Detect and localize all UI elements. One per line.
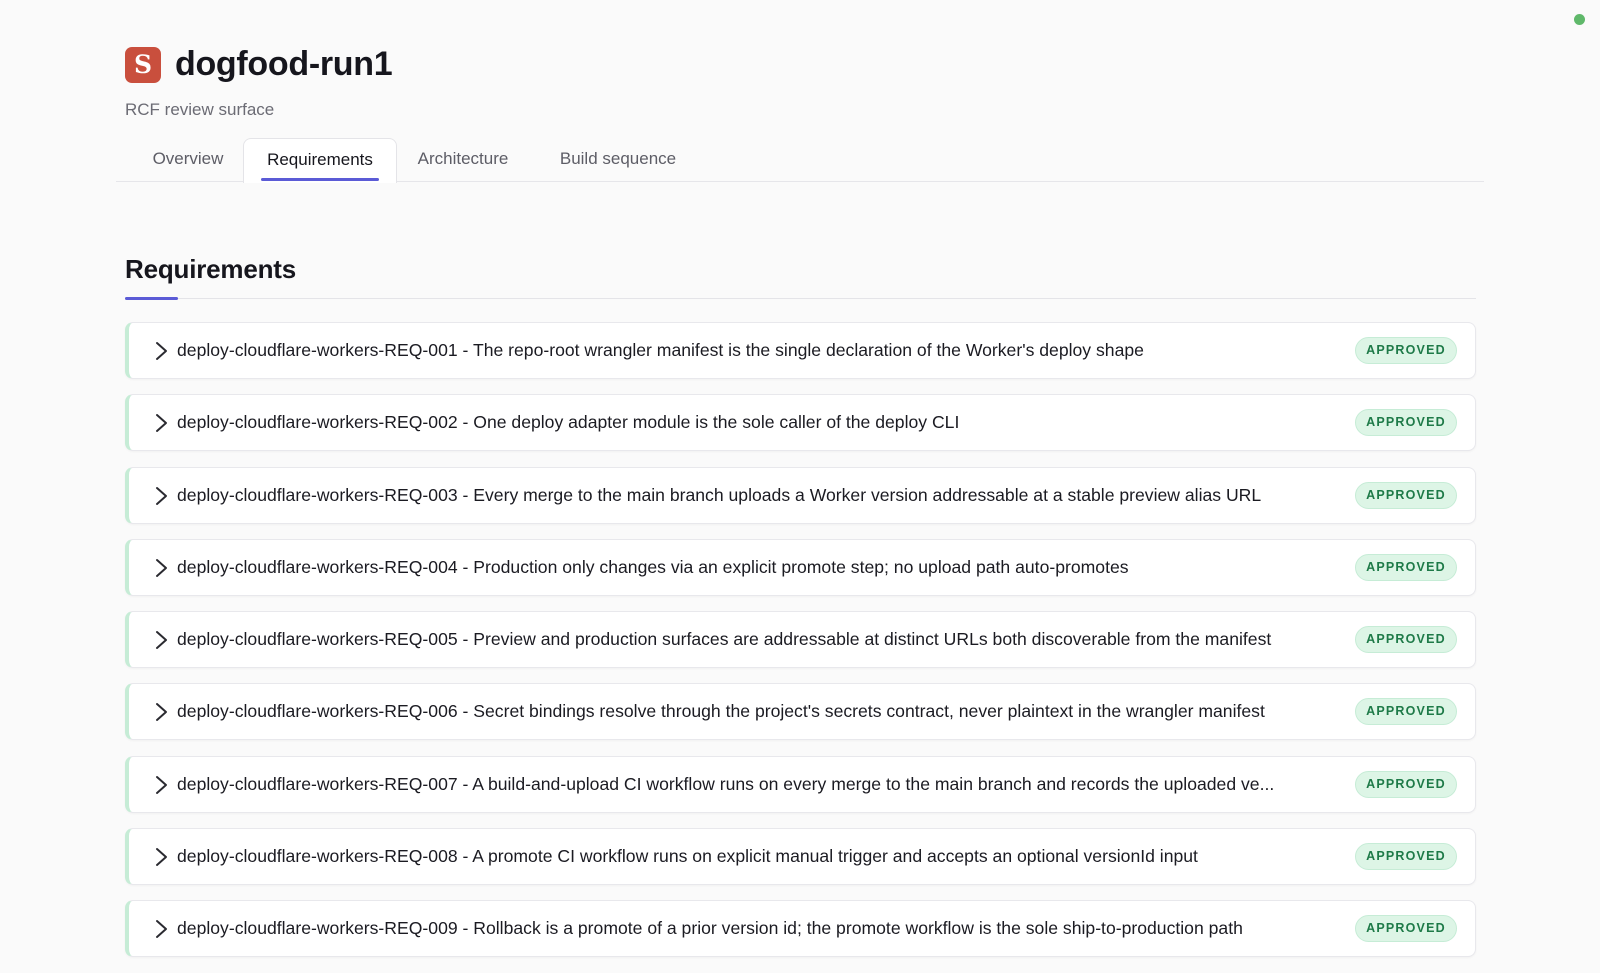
- tab-requirements[interactable]: Requirements: [243, 138, 397, 183]
- requirement-title: deploy-cloudflare-workers-REQ-002 - One …: [177, 412, 960, 433]
- status-badge: APPROVED: [1355, 698, 1457, 726]
- requirement-row[interactable]: deploy-cloudflare-workers-REQ-006 - Secr…: [125, 683, 1476, 741]
- requirement-row[interactable]: deploy-cloudflare-workers-REQ-009 - Roll…: [125, 900, 1476, 958]
- chevron-right-icon: [156, 703, 167, 722]
- status-badge: APPROVED: [1355, 770, 1457, 798]
- requirement-row[interactable]: deploy-cloudflare-workers-REQ-004 - Prod…: [125, 538, 1476, 596]
- requirement-title: deploy-cloudflare-workers-REQ-006 - Secr…: [177, 701, 1265, 722]
- tab-bar: Overview Requirements Architecture Build…: [116, 138, 1484, 183]
- requirements-list: deploy-cloudflare-workers-REQ-001 - The …: [125, 322, 1476, 973]
- tab-overview[interactable]: Overview: [126, 138, 250, 182]
- requirement-title: deploy-cloudflare-workers-REQ-009 - Roll…: [177, 918, 1243, 939]
- requirement-title: deploy-cloudflare-workers-REQ-007 - A bu…: [177, 773, 1275, 794]
- chevron-right-icon: [156, 342, 167, 360]
- tab-label: Requirements: [267, 150, 373, 169]
- section-divider: [125, 298, 1476, 299]
- tab-architecture[interactable]: Architecture: [396, 138, 530, 182]
- chevron-right-icon: [156, 486, 167, 505]
- requirement-row[interactable]: deploy-cloudflare-workers-REQ-003 - Ever…: [125, 466, 1476, 524]
- chevron-right-icon: [156, 848, 167, 867]
- chevron-right-icon: [156, 775, 167, 794]
- connection-status-dot: [1574, 14, 1585, 25]
- status-badge: APPROVED: [1355, 915, 1457, 943]
- requirement-title: deploy-cloudflare-workers-REQ-008 - A pr…: [177, 846, 1198, 867]
- title-row: S dogfood-run1: [125, 45, 393, 84]
- requirement-row[interactable]: deploy-cloudflare-workers-REQ-002 - One …: [125, 394, 1476, 452]
- chevron-right-icon: [156, 920, 167, 939]
- status-badge: APPROVED: [1355, 409, 1457, 437]
- tab-label: Overview: [152, 149, 224, 168]
- requirement-row[interactable]: deploy-cloudflare-workers-REQ-007 - A bu…: [125, 755, 1476, 813]
- chevron-right-icon: [156, 631, 167, 650]
- page-subtitle: RCF review surface: [125, 100, 275, 119]
- status-badge: APPROVED: [1355, 337, 1457, 364]
- chevron-right-icon: [156, 414, 167, 433]
- status-badge: APPROVED: [1355, 843, 1457, 871]
- section-divider-accent: [125, 297, 178, 300]
- requirement-row[interactable]: deploy-cloudflare-workers-REQ-001 - The …: [125, 322, 1476, 379]
- page-header: S dogfood-run1: [125, 45, 393, 84]
- requirement-title: deploy-cloudflare-workers-REQ-004 - Prod…: [177, 556, 1129, 577]
- page-title: dogfood-run1: [175, 45, 393, 83]
- status-badge: APPROVED: [1355, 553, 1457, 581]
- chevron-right-icon: [156, 558, 167, 577]
- status-badge: APPROVED: [1355, 626, 1457, 654]
- requirement-row[interactable]: deploy-cloudflare-workers-REQ-008 - A pr…: [125, 828, 1476, 886]
- tab-label: Architecture: [417, 149, 509, 168]
- tab-build-sequence[interactable]: Build sequence: [542, 138, 694, 182]
- tab-label: Build sequence: [559, 149, 677, 168]
- requirement-title: deploy-cloudflare-workers-REQ-001 - The …: [177, 340, 1144, 360]
- status-badge: APPROVED: [1355, 481, 1457, 509]
- requirement-title: deploy-cloudflare-workers-REQ-003 - Ever…: [177, 484, 1262, 505]
- active-tab-indicator: [261, 178, 379, 181]
- app-logo: S: [125, 46, 161, 83]
- requirement-title: deploy-cloudflare-workers-REQ-005 - Prev…: [177, 629, 1272, 650]
- section-title: Requirements: [125, 254, 296, 284]
- requirement-row[interactable]: deploy-cloudflare-workers-REQ-005 - Prev…: [125, 611, 1476, 669]
